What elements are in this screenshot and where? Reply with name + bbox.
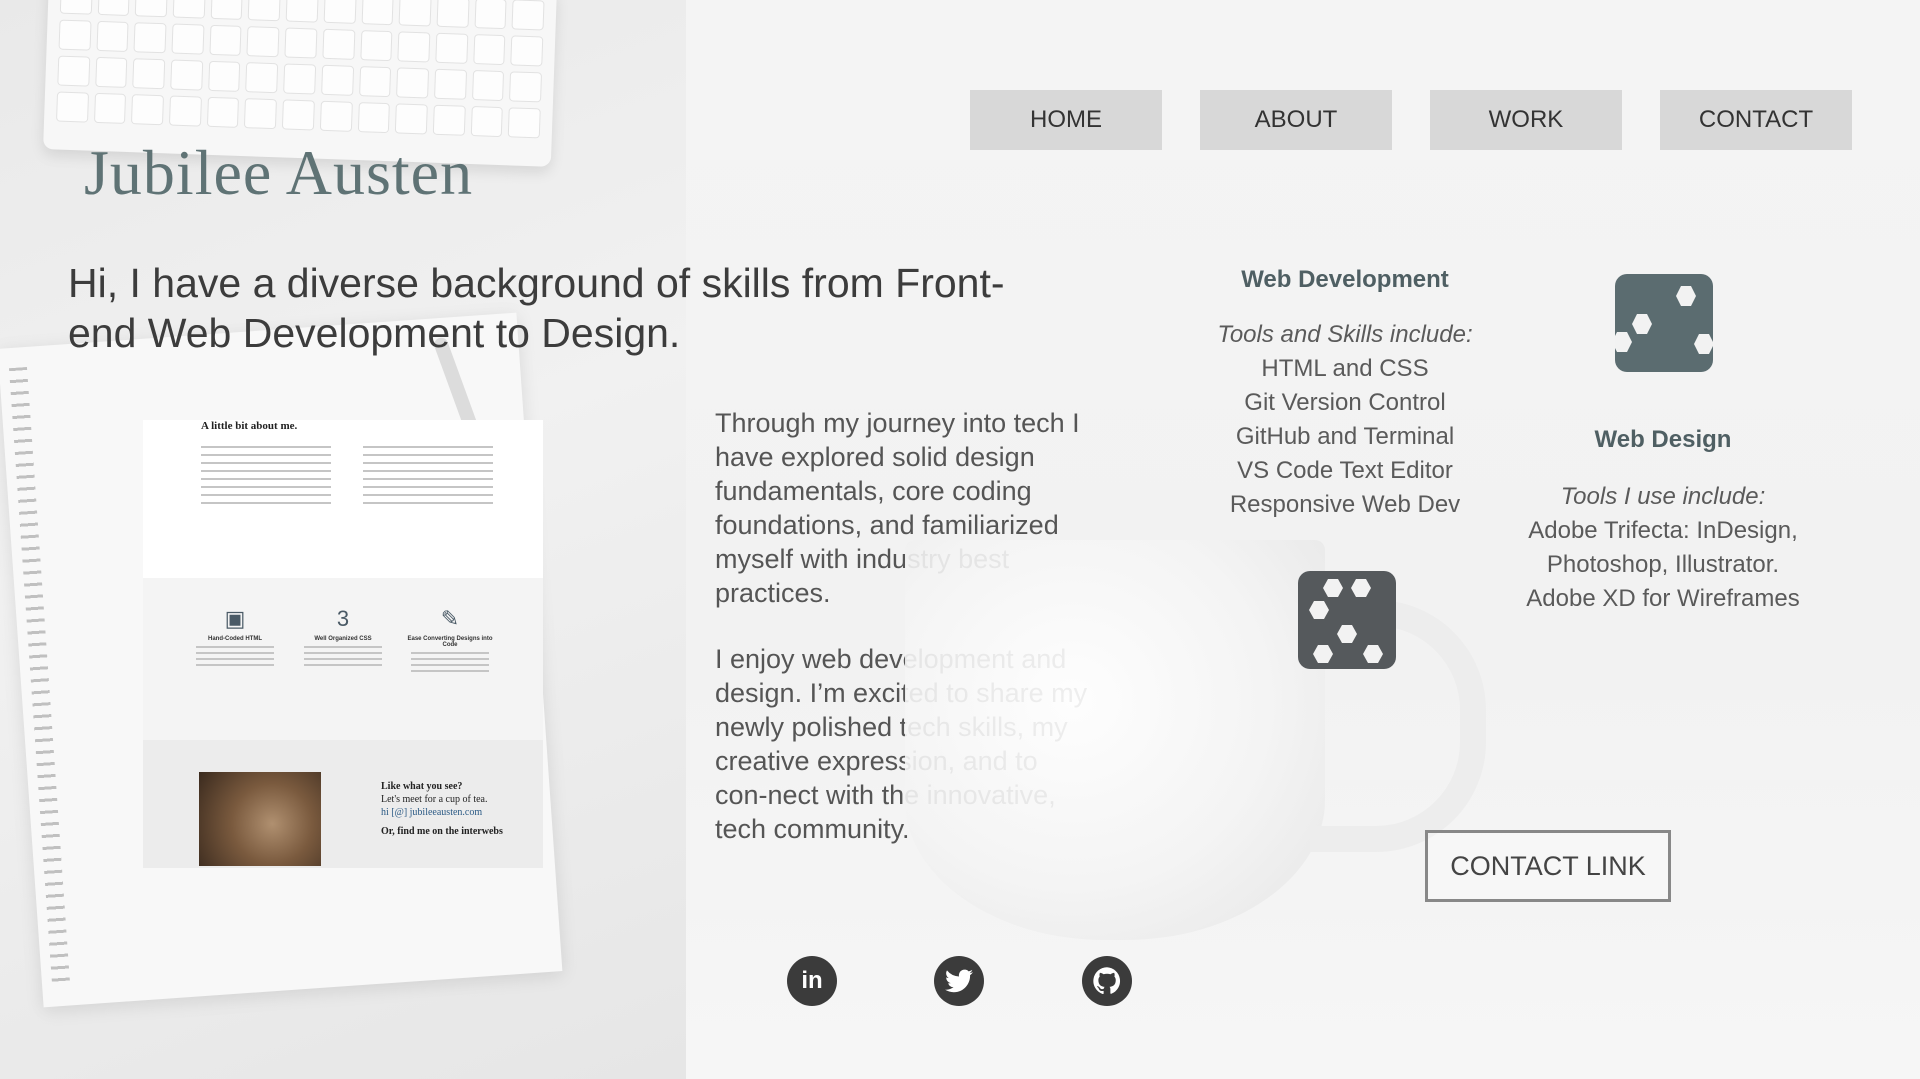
- web-dev-item: Git Version Control: [1244, 389, 1446, 416]
- preview-card-title: Well Organized CSS: [314, 636, 372, 642]
- site-logo[interactable]: Jubilee Austen: [84, 136, 473, 210]
- html-file-icon: ▣: [224, 606, 246, 631]
- web-dev-hexagon-icon: [1298, 571, 1396, 669]
- linkedin-icon[interactable]: in: [787, 956, 837, 1006]
- web-design-intro: Tools I use include:: [1560, 483, 1766, 510]
- web-design-item: Adobe XD for Wireframes: [1526, 585, 1800, 612]
- web-dev-list: Tools and Skills include: HTML and CSS G…: [1185, 318, 1505, 522]
- web-dev-item: HTML and CSS: [1261, 355, 1429, 382]
- web-dev-intro: Tools and Skills include:: [1217, 321, 1473, 348]
- github-icon[interactable]: [1082, 956, 1132, 1006]
- twitter-icon[interactable]: [934, 956, 984, 1006]
- nav-home-button[interactable]: HOME: [970, 90, 1162, 150]
- web-design-hexagon-icon: [1612, 274, 1714, 372]
- portfolio-preview: A little bit about me. ▣ Hand-Coded HTML…: [143, 420, 543, 868]
- web-dev-item: GitHub and Terminal: [1235, 423, 1455, 450]
- preview-find: Or, find me on the interwebs: [381, 826, 503, 837]
- web-dev-item: VS Code Text Editor: [1237, 457, 1453, 484]
- preview-like-title: Like what you see?: [381, 781, 463, 792]
- web-design-item: Photoshop, Illustrator.: [1546, 551, 1780, 578]
- web-design-item: Adobe Trifecta: InDesign,: [1528, 517, 1798, 544]
- preview-title: A little bit about me.: [201, 420, 298, 432]
- preview-like-sub: Let's meet for a cup of tea.: [381, 794, 488, 805]
- mug-image: [905, 540, 1325, 940]
- contact-link-button[interactable]: CONTACT LINK: [1425, 830, 1671, 902]
- web-dev-title: Web Development: [1241, 266, 1449, 293]
- page-headline: Hi, I have a diverse background of skill…: [68, 260, 1005, 356]
- css3-icon: 3: [336, 606, 350, 631]
- tea-mug-photo: [199, 772, 321, 866]
- web-design-list: Tools I use include: Adobe Trifecta: InD…: [1483, 480, 1843, 616]
- nav-about-button[interactable]: ABOUT: [1200, 90, 1392, 150]
- web-design-title: Web Design: [1594, 426, 1732, 453]
- nav-work-button[interactable]: WORK: [1430, 90, 1622, 150]
- web-dev-item: Responsive Web Dev: [1229, 491, 1461, 518]
- preview-card-title: Hand-Coded HTML: [208, 636, 262, 642]
- preview-card-title: Ease Converting Designs into Code: [407, 636, 493, 648]
- preview-email: hi [@] jubileeausten.com: [381, 807, 483, 818]
- nav-contact-button[interactable]: CONTACT: [1660, 90, 1852, 150]
- pencil-icon: ✎: [440, 606, 460, 631]
